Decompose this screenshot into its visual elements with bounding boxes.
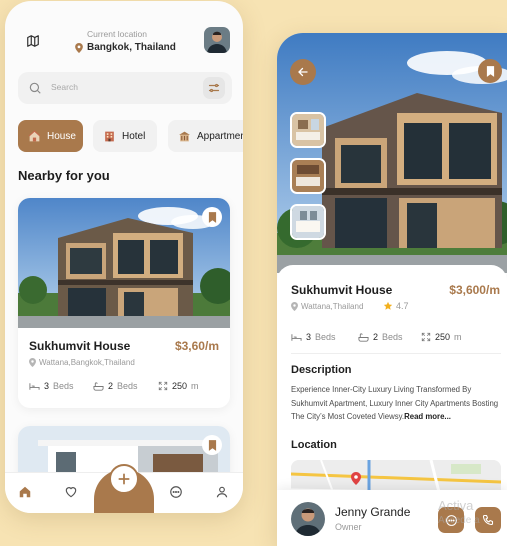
bathtub-icon <box>358 332 369 342</box>
search-input[interactable]: Search <box>51 82 78 92</box>
category-hotel[interactable]: Hotel <box>93 120 157 152</box>
house-icon <box>28 129 41 143</box>
add-icon <box>117 472 131 486</box>
property-title: Sukhumvit House <box>291 283 393 297</box>
bookmark-button[interactable] <box>478 59 502 83</box>
home-screen: Current location Bangkok, Thailand Searc… <box>5 1 243 513</box>
baths-info: 2 Beds <box>358 332 403 342</box>
location-selector[interactable]: Bangkok, Thailand <box>75 42 176 53</box>
map-button[interactable] <box>19 27 47 55</box>
star-icon <box>383 301 393 311</box>
hotel-icon <box>103 130 116 143</box>
back-button[interactable] <box>290 59 316 85</box>
bookmark-icon <box>208 211 217 223</box>
filter-icon <box>208 82 220 94</box>
watermark: Activa Accede a <box>438 498 480 526</box>
property-rating: 4.7 <box>383 301 409 311</box>
bed-icon <box>291 333 302 342</box>
pin-icon <box>291 302 298 311</box>
owner-avatar[interactable] <box>291 502 325 536</box>
property-price: $3,600/m <box>449 283 500 297</box>
bottom-nav <box>5 464 243 513</box>
home-icon[interactable] <box>18 485 34 501</box>
house-photo <box>18 198 230 328</box>
search-bar[interactable]: Search <box>18 72 232 104</box>
phone-icon <box>482 514 494 526</box>
pin-icon <box>75 42 83 53</box>
owner-name: Jenny Grande <box>335 505 411 519</box>
expand-icon <box>158 381 168 391</box>
bookmark-icon <box>486 65 495 77</box>
location-value: Bangkok, Thailand <box>87 42 176 53</box>
gallery-thumbnail[interactable] <box>290 204 326 240</box>
map-icon <box>26 34 40 48</box>
profile-icon[interactable] <box>215 485 231 501</box>
bookmark-button[interactable] <box>202 435 222 455</box>
section-title: Nearby for you <box>18 168 110 183</box>
category-tabs: House Hotel Appartment <box>18 120 243 154</box>
read-more-link[interactable]: Read more... <box>404 412 451 421</box>
category-house[interactable]: House <box>18 120 83 152</box>
listing-address: Wattana,Bangkok,Thailand <box>29 358 135 367</box>
divider <box>291 353 501 354</box>
heart-icon[interactable] <box>64 485 80 501</box>
location-heading: Location <box>291 439 337 451</box>
pin-icon <box>29 358 36 367</box>
bookmark-icon <box>208 439 217 451</box>
gallery-thumbnail[interactable] <box>290 112 326 148</box>
add-button[interactable] <box>109 464 139 494</box>
owner-role: Owner <box>335 522 362 532</box>
description-heading: Description <box>291 364 352 376</box>
bookmark-button[interactable] <box>202 207 222 227</box>
back-arrow-icon <box>297 66 309 78</box>
area-info: 250 m <box>158 381 199 391</box>
avatar[interactable] <box>204 27 230 53</box>
bed-icon <box>29 382 40 391</box>
detail-screen: Sukhumvit House $3,600/m Wattana,Thailan… <box>277 33 507 546</box>
category-apartment[interactable]: Appartment <box>168 120 243 152</box>
location-label: Current location <box>87 29 148 39</box>
property-address: Wattana,Thailand <box>291 302 363 311</box>
listing-title: Sukhumvit House <box>29 339 131 353</box>
search-icon <box>28 81 42 95</box>
expand-icon <box>421 332 431 342</box>
gallery-thumbnail[interactable] <box>290 158 326 194</box>
chat-icon[interactable] <box>169 485 185 501</box>
bathtub-icon <box>93 381 104 391</box>
description-text: Experience Inner-City Luxury Living Tran… <box>291 385 499 421</box>
listing-price: $3,60/m <box>174 339 219 353</box>
area-info: 250 m <box>421 332 462 342</box>
baths-info: 2 Beds <box>93 381 138 391</box>
filter-button[interactable] <box>203 77 225 99</box>
listing-card[interactable]: Sukhumvit House $3,60/m Wattana,Bangkok,… <box>18 198 230 408</box>
beds-info: 3 Beds <box>29 381 74 391</box>
apartment-icon <box>178 130 191 143</box>
beds-info: 3 Beds <box>291 332 336 342</box>
